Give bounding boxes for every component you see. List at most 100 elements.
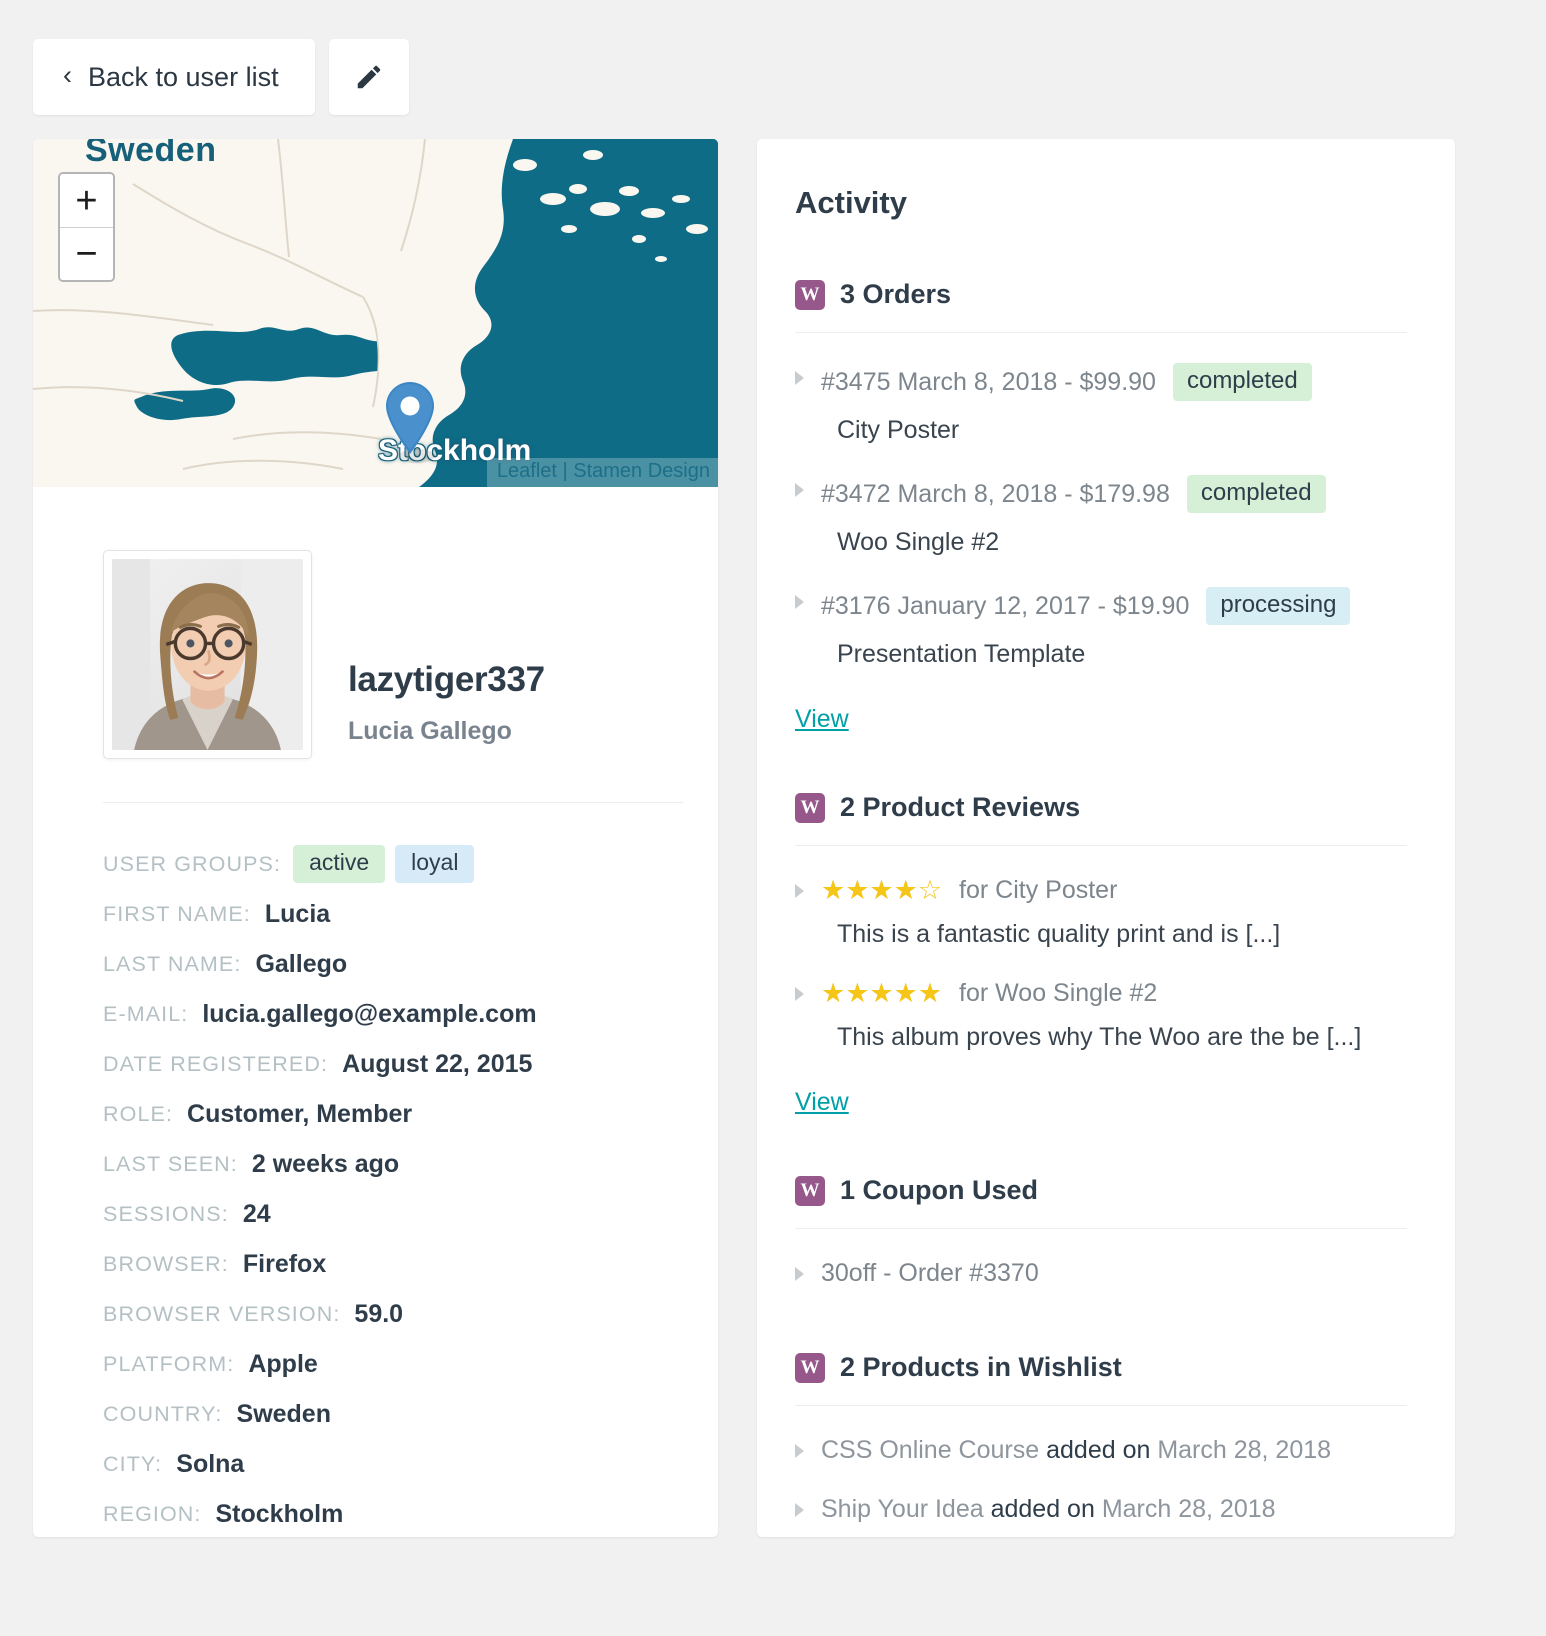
detail-row: COUNTRY: Sweden — [103, 1389, 703, 1439]
detail-row: LAST SEEN: 2 weeks ago — [103, 1139, 703, 1189]
review-excerpt: This album proves why The Woo are the be… — [837, 1023, 1362, 1051]
orders-list: #3475 March 8, 2018 - $99.90 completed Cit… — [795, 363, 1407, 669]
wishlist-added-label: added on — [990, 1495, 1102, 1523]
review-product-name: for Woo Single #2 — [959, 979, 1158, 1007]
detail-label: BROWSER: — [103, 1251, 229, 1276]
detail-label: SESSIONS: — [103, 1201, 229, 1226]
coupon-item[interactable]: 30off - Order #3370 — [795, 1259, 1407, 1288]
detail-label: FIRST NAME: — [103, 901, 251, 926]
map-attribution[interactable]: Leaflet | Stamen Design — [486, 458, 718, 487]
order-item[interactable]: #3475 March 8, 2018 - $99.90 completed Cit… — [795, 363, 1407, 445]
detail-value: 2 weeks ago — [251, 1149, 400, 1178]
username: lazytiger337 — [348, 660, 545, 699]
wishlist-added-date: March 28, 2018 — [1101, 1495, 1276, 1523]
caret-right-icon — [795, 1503, 804, 1517]
detail-value: Stockholm — [215, 1499, 344, 1528]
caret-right-icon — [795, 1267, 804, 1281]
star-rating-icon: ★★★★☆ — [821, 875, 943, 905]
caret-right-icon — [795, 483, 804, 497]
detail-label: COUNTRY: — [103, 1401, 223, 1426]
status-badge: processing — [1206, 587, 1351, 625]
orders-view-link[interactable]: View — [795, 705, 849, 734]
pencil-icon — [357, 65, 381, 89]
section-divider — [795, 1405, 1407, 1406]
woocommerce-icon: W — [795, 1352, 825, 1383]
wishlist-product-name: CSS Online Course — [821, 1436, 1047, 1464]
detail-label: USER GROUPS: — [103, 851, 282, 876]
orders-heading: 3 Orders — [840, 279, 952, 309]
caret-right-icon — [795, 371, 804, 385]
wishlist-added-date: March 28, 2018 — [1157, 1436, 1332, 1464]
order-item[interactable]: #3472 March 8, 2018 - $179.98 completed Wo… — [795, 475, 1407, 557]
detail-label: ROLE: — [103, 1101, 174, 1126]
user-profile-page: ‹ Back to user list Sweden Stockholm + −… — [0, 0, 1546, 1636]
detail-label: CITY: — [103, 1451, 163, 1476]
caret-right-icon — [795, 987, 804, 1001]
review-excerpt: This is a fantastic quality print and is… — [837, 920, 1281, 948]
user-details-list: USER GROUPS: active loyal FIRST NAME: Luc… — [103, 839, 703, 1537]
map-zoom-in-button[interactable]: + — [60, 174, 113, 227]
back-to-user-list-button[interactable]: ‹ Back to user list — [33, 39, 315, 115]
detail-row-user-groups: USER GROUPS: active loyal — [103, 839, 703, 889]
user-detail-card: Sweden Stockholm + − Leaflet | Stamen De… — [33, 139, 718, 1537]
user-identity: lazytiger337 Lucia Gallego — [348, 660, 545, 746]
order-product-name: City Poster — [837, 416, 960, 444]
reviews-list: ★★★★☆ for City Poster This is a fantastic … — [795, 876, 1407, 1052]
detail-value: 59.0 — [354, 1299, 404, 1328]
order-reference: #3475 March 8, 2018 - $99.90 — [821, 367, 1156, 396]
wishlist-item[interactable]: Ship Your Idea added on March 28, 2018 — [795, 1495, 1407, 1524]
user-group-chips: active loyal — [293, 845, 475, 883]
user-group-chip[interactable]: loyal — [395, 845, 475, 883]
caret-right-icon — [795, 1444, 804, 1458]
woocommerce-icon: W — [795, 1175, 825, 1206]
map-zoom-out-button[interactable]: − — [60, 227, 113, 280]
activity-card: Activity W 3 Orders #3475 March 8, 2018 … — [757, 139, 1455, 1537]
detail-value: Sweden — [236, 1399, 331, 1428]
detail-label: DATE REGISTERED: — [103, 1051, 329, 1076]
woocommerce-icon: W — [795, 792, 825, 823]
user-group-chip[interactable]: active — [293, 845, 386, 883]
detail-label: E-MAIL: — [103, 1001, 189, 1026]
wishlist-item[interactable]: CSS Online Course added on March 28, 201… — [795, 1436, 1407, 1465]
order-reference: #3176 January 12, 2017 - $19.90 — [821, 591, 1190, 620]
coupons-heading: 1 Coupon Used — [840, 1175, 1039, 1205]
avatar-image — [112, 559, 303, 750]
section-divider — [795, 845, 1407, 846]
edit-user-button[interactable] — [329, 39, 409, 115]
review-item[interactable]: ★★★★☆ for City Poster This is a fantastic … — [795, 876, 1407, 949]
detail-row: REGION: Stockholm — [103, 1489, 703, 1537]
detail-label: REGION: — [103, 1501, 202, 1526]
detail-row: E-MAIL: lucia.gallego@example.com — [103, 989, 703, 1039]
detail-value: Lucia — [264, 899, 331, 928]
coupon-label: 30off - Order #3370 — [821, 1259, 1039, 1287]
wishlist-added-label: added on — [1046, 1436, 1158, 1464]
detail-value: Gallego — [255, 949, 348, 978]
detail-value: Customer, Member — [187, 1099, 413, 1128]
detail-value: August 22, 2015 — [342, 1049, 533, 1078]
detail-label: LAST SEEN: — [103, 1151, 238, 1176]
full-name: Lucia Gallego — [348, 717, 512, 745]
wishlist-heading: 2 Products in Wishlist — [840, 1352, 1122, 1382]
order-summary-line: #3176 January 12, 2017 - $19.90 processin… — [821, 587, 1407, 625]
detail-row: SESSIONS: 24 — [103, 1189, 703, 1239]
section-divider — [795, 332, 1407, 333]
divider — [103, 802, 683, 803]
toolbar: ‹ Back to user list — [33, 39, 409, 115]
review-item[interactable]: ★★★★★ for Woo Single #2 This album proves … — [795, 979, 1407, 1052]
order-product-name: Woo Single #2 — [837, 528, 1000, 556]
map-zoom-controls[interactable]: + − — [58, 172, 115, 282]
location-map[interactable]: Sweden Stockholm + − Leaflet | Stamen De… — [33, 139, 718, 487]
activity-panel: Activity W 3 Orders #3475 March 8, 2018 … — [757, 139, 1455, 1524]
detail-value: lucia.gallego@example.com — [202, 999, 537, 1028]
reviews-section-header: W 2 Product Reviews — [795, 792, 1407, 823]
review-summary-line: ★★★★☆ for City Poster — [821, 876, 1407, 905]
avatar — [103, 550, 312, 759]
map-tiles — [33, 139, 718, 487]
detail-row: DATE REGISTERED: August 22, 2015 — [103, 1039, 703, 1089]
order-item[interactable]: #3176 January 12, 2017 - $19.90 processin… — [795, 587, 1407, 669]
caret-right-icon — [795, 595, 804, 609]
wishlist-list: CSS Online Course added on March 28, 201… — [795, 1436, 1407, 1524]
chevron-left-icon: ‹ — [63, 60, 72, 90]
status-badge: completed — [1186, 475, 1326, 513]
reviews-view-link[interactable]: View — [795, 1088, 849, 1117]
